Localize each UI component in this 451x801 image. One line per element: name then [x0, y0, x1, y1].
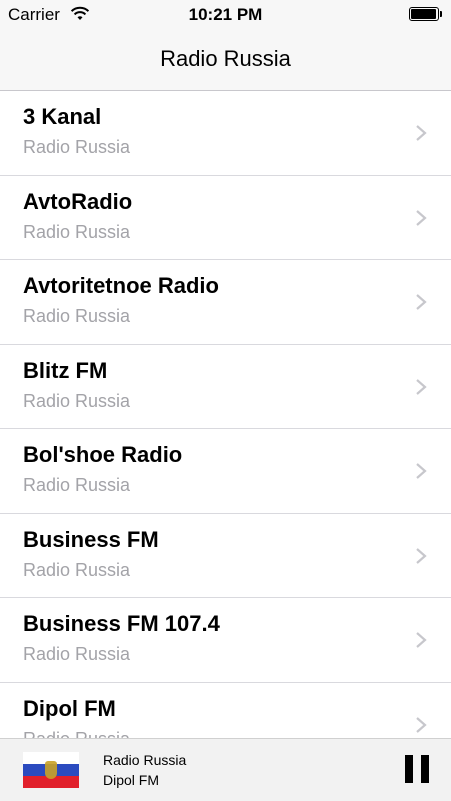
station-name: Dipol FM: [23, 695, 116, 721]
station-row[interactable]: Dipol FM Radio Russia: [0, 683, 451, 739]
now-playing-source: Radio Russia: [103, 752, 187, 768]
station-name: Avtoritetnoe Radio: [23, 273, 219, 298]
status-time: 10:21 PM: [188, 5, 263, 24]
station-subtitle: Radio Russia: [23, 390, 131, 411]
station-subtitle: Radio Russia: [23, 559, 131, 580]
station-subtitle: Radio Russia: [23, 729, 130, 739]
station-row[interactable]: 3 Kanal Radio Russia: [0, 91, 451, 176]
chevron-right-icon: [416, 125, 427, 141]
chevron-right-icon: [416, 632, 427, 648]
station-row[interactable]: Avtoritetnoe Radio Radio Russia: [0, 260, 451, 345]
navigation-bar: Radio Russia: [0, 30, 451, 91]
chevron-right-icon: [416, 463, 427, 479]
station-row[interactable]: Business FM 107.4 Radio Russia: [0, 598, 451, 683]
station-row[interactable]: AvtoRadio Radio Russia: [0, 176, 451, 260]
page-title: Radio Russia: [160, 46, 291, 71]
station-name: Blitz FM: [23, 357, 108, 383]
station-subtitle: Radio Russia: [23, 137, 131, 157]
russia-flag-icon: [23, 752, 79, 788]
pause-icon: [405, 755, 413, 783]
station-list[interactable]: 3 Kanal Radio Russia AvtoRadio Radio Rus…: [0, 91, 451, 738]
chevron-right-icon: [416, 716, 427, 733]
station-name: Business FM 107.4: [23, 611, 220, 636]
chevron-right-icon: [416, 209, 427, 226]
station-row[interactable]: Business FM Radio Russia: [0, 514, 451, 598]
station-row[interactable]: Bol'shoe Radio Radio Russia: [0, 429, 451, 514]
battery-icon: [409, 7, 443, 21]
station-subtitle: Radio Russia: [23, 306, 131, 326]
station-name: AvtoRadio: [23, 188, 133, 214]
now-playing-station: Dipol FM: [103, 772, 160, 788]
station-subtitle: Radio Russia: [23, 644, 131, 664]
status-bar: Carrier 10:21 PM: [0, 0, 451, 30]
station-name: 3 Kanal: [23, 104, 102, 129]
chevron-right-icon: [416, 378, 427, 395]
station-name: Bol'shoe Radio: [23, 442, 183, 467]
pause-button[interactable]: [405, 755, 429, 783]
now-playing-bar[interactable]: Radio Russia Dipol FM: [0, 738, 451, 801]
pause-icon: [421, 755, 429, 783]
chevron-right-icon: [416, 294, 427, 310]
station-row[interactable]: Blitz FM Radio Russia: [0, 345, 451, 429]
station-subtitle: Radio Russia: [23, 221, 131, 242]
chevron-right-icon: [416, 547, 427, 564]
station-name: Business FM: [23, 526, 159, 552]
station-subtitle: Radio Russia: [23, 475, 131, 495]
